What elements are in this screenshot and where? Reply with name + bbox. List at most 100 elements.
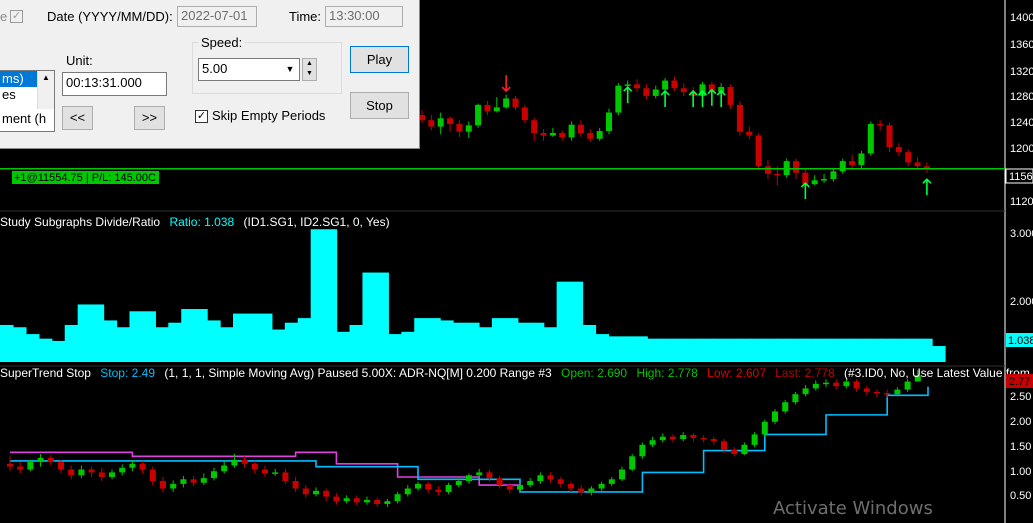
st-candle: [343, 498, 350, 502]
st-candle: [547, 475, 554, 480]
stop-button[interactable]: Stop: [350, 92, 409, 119]
axis-label-1320: 1320: [1010, 66, 1033, 78]
ratio-bar: [724, 338, 739, 362]
price-candle: [447, 118, 454, 125]
st-axis-250: 2.50: [1010, 391, 1031, 403]
st-candle: [598, 483, 605, 489]
skip-empty-checkbox[interactable]: ✓: [195, 110, 208, 123]
speed-combobox[interactable]: 5.00 ▼: [198, 58, 300, 81]
price-candle: [559, 132, 566, 138]
st-candle: [476, 472, 483, 476]
list-scrollbar[interactable]: ▲: [37, 71, 54, 109]
step-forward-button[interactable]: >>: [134, 106, 165, 130]
axis-label-1240: 1240: [1010, 117, 1033, 129]
chevron-down-icon[interactable]: ▼: [283, 61, 297, 78]
replay-dialog: e ✓ Date (YYYY/MM/DD): 2022-07-01 Time: …: [0, 0, 420, 149]
ratio-bar: [427, 318, 441, 362]
st-candle: [670, 436, 676, 440]
st-candle: [313, 490, 319, 495]
st-candle: [445, 485, 452, 492]
axis-label-1400: 1400: [1010, 12, 1033, 24]
st-candle: [690, 435, 697, 438]
st-low: Low: 2.607: [707, 366, 766, 380]
ratio-bar: [142, 311, 156, 362]
spin-down-icon[interactable]: ▼: [303, 69, 316, 79]
ratio-bar: [284, 322, 299, 362]
list-item-selected[interactable]: ms): [0, 71, 38, 87]
st-candle: [782, 402, 789, 412]
price-candle: [858, 153, 865, 165]
st-candle: [47, 458, 54, 463]
play-button[interactable]: Play: [350, 46, 409, 73]
st-candle: [751, 434, 758, 445]
supertrend-title-row: SuperTrend Stop Stop: 2.49 (1, 1, 1, Sim…: [0, 366, 1033, 380]
speed-spinner[interactable]: ▲ ▼: [302, 58, 317, 81]
st-title: SuperTrend Stop: [0, 366, 91, 380]
ratio-bar: [750, 338, 765, 362]
ratio-bar: [867, 338, 881, 362]
price-candle: [764, 166, 771, 174]
price-candle: [671, 80, 678, 89]
price-candle: [774, 173, 781, 176]
st-candle: [333, 496, 340, 502]
st-candle: [364, 499, 370, 503]
ratio-bar: [129, 311, 143, 362]
unit-type-list[interactable]: ms) es ment (h ▲: [0, 70, 55, 132]
price-candle: [652, 89, 659, 96]
ratio-bar: [258, 313, 273, 362]
st-candle: [568, 483, 574, 489]
ratio-bar: [686, 338, 700, 362]
st-candle: [833, 382, 840, 387]
speed-value: 5.00: [202, 61, 228, 76]
ratio-bar: [660, 338, 674, 362]
price-candle: [914, 162, 921, 167]
st-candle: [180, 479, 187, 484]
ratio-bar: [12, 327, 27, 362]
st-candle: [455, 481, 462, 486]
ratio-bar: [220, 327, 234, 362]
disabled-checkbox[interactable]: ✓: [10, 10, 23, 23]
time-field[interactable]: 13:30:00: [325, 6, 403, 27]
price-candle: [465, 125, 472, 132]
step-back-button[interactable]: <<: [62, 106, 93, 130]
st-candle: [241, 459, 248, 464]
st-candle: [812, 383, 819, 389]
unit-input[interactable]: 00:13:31.000: [62, 72, 167, 96]
st-candle: [680, 435, 687, 440]
st-candle: [802, 388, 809, 395]
ratio-bar: [336, 331, 351, 362]
price-candle: [587, 132, 594, 139]
st-candle: [139, 463, 146, 470]
ratio-bar: [504, 318, 519, 362]
activate-windows-watermark: Activate Windows: [773, 498, 933, 519]
spin-up-icon[interactable]: ▲: [303, 59, 316, 69]
ratio-bar: [362, 272, 377, 362]
st-candle: [863, 388, 870, 392]
st-candle: [761, 421, 768, 435]
price-candle: [606, 112, 612, 132]
st-stop: Stop: 2.49: [100, 366, 155, 380]
price-candle: [793, 161, 799, 173]
ratio-bar: [207, 320, 221, 362]
ratio-title-row: Study Subgraphs Divide/Ratio Ratio: 1.03…: [0, 215, 390, 229]
price-candle: [512, 98, 519, 108]
st-candle: [221, 465, 228, 472]
price-candle: [503, 98, 510, 108]
st-candle: [639, 444, 646, 457]
time-label: Time:: [289, 9, 322, 24]
st-candle: [7, 463, 13, 467]
st-candle: [292, 481, 299, 489]
ratio-bar: [466, 322, 480, 362]
list-item[interactable]: ment (h: [0, 111, 54, 127]
scroll-up-icon[interactable]: ▲: [38, 71, 54, 85]
price-candle: [540, 132, 547, 136]
date-label: Date (YYYY/MM/DD):: [47, 9, 173, 24]
price-candle: [456, 124, 463, 132]
price-candle: [905, 152, 912, 163]
ratio-bar: [181, 309, 195, 362]
price-candle: [821, 179, 828, 181]
price-candle: [895, 147, 902, 153]
st-candle: [731, 449, 738, 454]
date-field[interactable]: 2022-07-01: [177, 6, 257, 27]
ratio-bar: [556, 281, 571, 362]
